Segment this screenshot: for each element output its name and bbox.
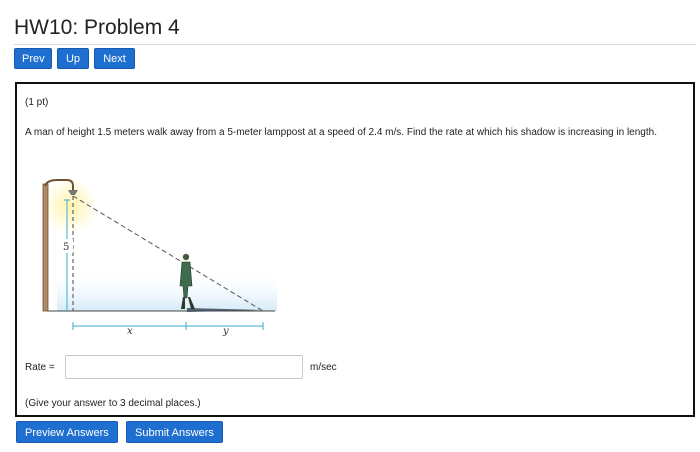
ground-shading	[57, 271, 277, 311]
points-label: (1 pt)	[25, 97, 49, 108]
lamppost-figure: 5 x y	[42, 178, 277, 336]
preview-answers-button[interactable]: Preview Answers	[16, 421, 118, 443]
prev-button[interactable]: Prev	[14, 48, 52, 69]
height-label: 5	[63, 242, 69, 253]
problem-box: (1 pt) A man of height 1.5 meters walk a…	[15, 82, 695, 417]
decimal-places-hint: (Give your answer to 3 decimal places.)	[25, 398, 201, 409]
rate-unit: m/sec	[310, 362, 337, 373]
y-label: y	[222, 326, 229, 336]
title-divider	[14, 44, 696, 45]
rate-input[interactable]	[65, 355, 303, 379]
lamppost-pole	[42, 183, 49, 312]
up-button[interactable]: Up	[57, 48, 89, 69]
next-button[interactable]: Next	[94, 48, 135, 69]
rate-label: Rate =	[25, 362, 55, 373]
page-title: HW10: Problem 4	[14, 16, 180, 39]
submit-answers-button[interactable]: Submit Answers	[126, 421, 223, 443]
problem-statement: A man of height 1.5 meters walk away fro…	[25, 127, 657, 138]
x-label: x	[127, 326, 133, 336]
